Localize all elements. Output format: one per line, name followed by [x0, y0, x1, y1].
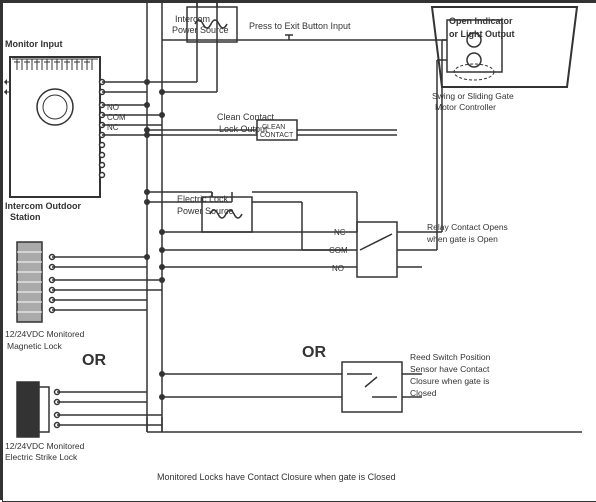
svg-text:Power Source: Power Source	[172, 25, 229, 35]
svg-text:Monitor Input: Monitor Input	[5, 39, 62, 49]
svg-text:Monitored Locks have Contact C: Monitored Locks have Contact Closure whe…	[157, 472, 396, 482]
svg-text:Power Source: Power Source	[177, 206, 234, 216]
svg-text:Relay Contact Opens: Relay Contact Opens	[427, 222, 508, 232]
svg-text:Electric Strike Lock: Electric Strike Lock	[5, 452, 78, 462]
svg-text:Magnetic Lock: Magnetic Lock	[7, 341, 63, 351]
svg-text:Sensor have Contact: Sensor have Contact	[410, 364, 490, 374]
svg-text:Open Indicator: Open Indicator	[449, 16, 513, 26]
svg-text:Intercom Outdoor: Intercom Outdoor	[5, 201, 81, 211]
svg-text:12/24VDC Monitored: 12/24VDC Monitored	[5, 329, 85, 339]
svg-text:Swing or Sliding Gate: Swing or Sliding Gate	[432, 91, 514, 101]
svg-text:Lock Output: Lock Output	[219, 124, 268, 134]
svg-text:OR: OR	[302, 344, 326, 361]
svg-text:Closed: Closed	[410, 388, 437, 398]
svg-text:12/24VDC Monitored: 12/24VDC Monitored	[5, 441, 85, 451]
svg-text:NO: NO	[332, 264, 344, 273]
svg-text:Station: Station	[10, 212, 41, 222]
svg-text:or Light Output: or Light Output	[449, 29, 514, 39]
wiring-diagram: NO COM NC	[0, 0, 596, 500]
svg-text:Closure when gate is: Closure when gate is	[410, 376, 489, 386]
svg-text:Motor Controller: Motor Controller	[435, 102, 496, 112]
svg-text:Clean Contact: Clean Contact	[217, 112, 275, 122]
svg-text:Intercom: Intercom	[175, 14, 210, 24]
svg-text:Reed Switch Position: Reed Switch Position	[410, 352, 491, 362]
svg-text:OR: OR	[82, 352, 106, 369]
svg-text:when gate is Open: when gate is Open	[426, 234, 498, 244]
svg-text:Press to Exit Button Input: Press to Exit Button Input	[249, 21, 351, 31]
